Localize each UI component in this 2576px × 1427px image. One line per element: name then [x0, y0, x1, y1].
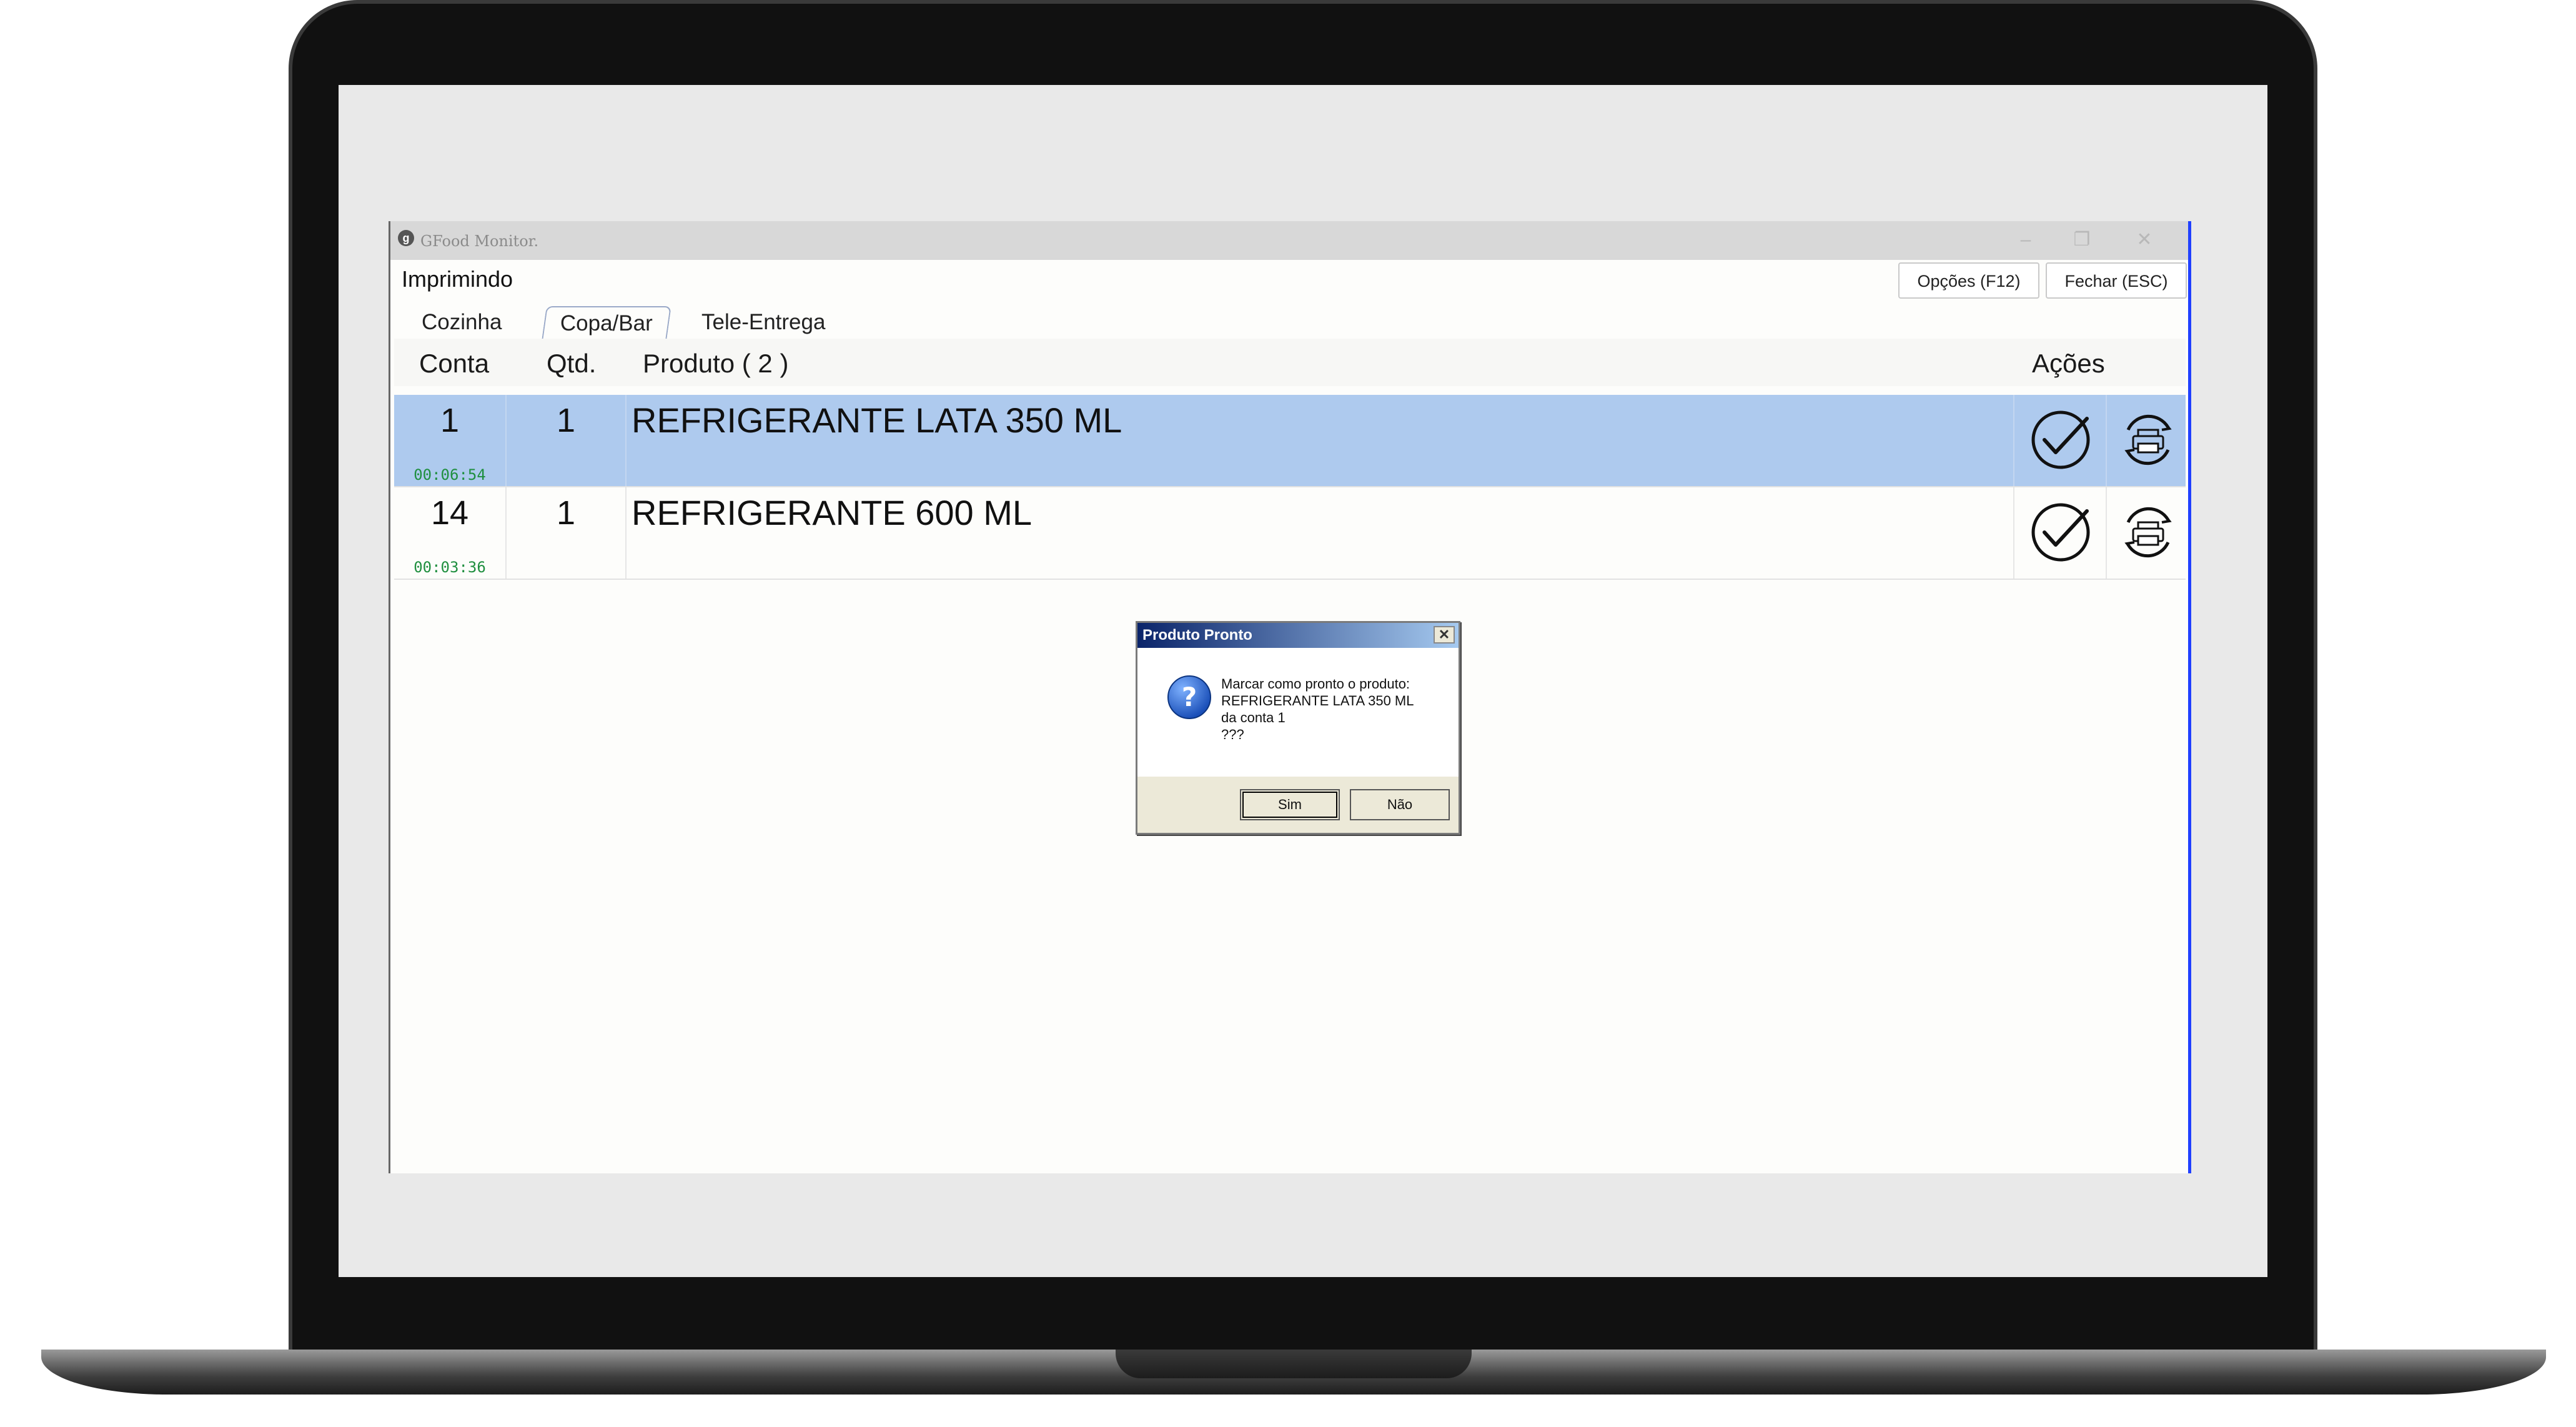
no-button[interactable]: Não: [1350, 789, 1450, 820]
conta-cell: 1 00:06:54: [394, 395, 507, 486]
elapsed-timer: 00:06:54: [414, 466, 486, 484]
tab-copa-bar-label: Copa/Bar: [560, 311, 653, 336]
header-conta: Conta: [419, 349, 490, 378]
dialog-title: Produto Pronto: [1142, 627, 1252, 644]
header-produto: Produto ( 2 ): [643, 349, 789, 378]
status-label: Imprimindo: [402, 266, 513, 292]
dialog-message: Marcar como pronto o produto: REFRIGERAN…: [1221, 676, 1414, 742]
dialog-close-icon[interactable]: ✕: [1434, 626, 1455, 644]
reprint-action-cell: [2107, 395, 2186, 486]
header-acoes: Ações: [2032, 349, 2105, 378]
ready-action-cell: [2014, 395, 2107, 486]
product-name: REFRIGERANTE 600 ML: [632, 493, 1033, 532]
header-qtd: Qtd.: [547, 349, 597, 378]
laptop-notch: [1116, 1350, 1472, 1378]
ready-action-cell: [2014, 487, 2107, 579]
check-ready-icon[interactable]: [2029, 501, 2092, 564]
qtd-value: 1: [556, 494, 576, 532]
dialog-body: ? Marcar como pronto o produto: REFRIGER…: [1137, 648, 1459, 777]
svg-text:?: ?: [1182, 682, 1197, 712]
check-ready-icon[interactable]: [2029, 409, 2092, 471]
qtd-cell: 1: [507, 487, 627, 579]
product-name: REFRIGERANTE LATA 350 ML: [632, 400, 1122, 440]
title-bar: g GFood Monitor. – ❐ ✕: [390, 221, 2188, 260]
restore-icon[interactable]: ❐: [2064, 227, 2099, 252]
conta-cell: 14 00:03:36: [394, 487, 507, 579]
conta-number: 1: [440, 402, 460, 439]
tab-copa-bar[interactable]: Copa/Bar: [542, 306, 671, 340]
reprint-icon[interactable]: [2117, 409, 2179, 471]
reprint-action-cell: [2107, 487, 2186, 579]
dialog-title-bar: Produto Pronto ✕: [1137, 623, 1459, 648]
conta-number: 14: [430, 494, 469, 532]
options-button[interactable]: Opções (F12): [1898, 262, 2039, 299]
produto-cell: REFRIGERANTE LATA 350 ML: [627, 395, 2014, 486]
minimize-icon[interactable]: –: [2008, 227, 2043, 252]
table-header: Conta Qtd. Produto ( 2 ) Ações: [394, 339, 2186, 386]
question-icon: ?: [1167, 675, 1211, 719]
close-button[interactable]: Fechar (ESC): [2046, 262, 2187, 299]
tab-cozinha[interactable]: Cozinha: [422, 306, 502, 339]
produto-cell: REFRIGERANTE 600 ML: [627, 487, 2014, 579]
qtd-cell: 1: [507, 395, 627, 486]
qtd-value: 1: [556, 402, 576, 439]
reprint-icon[interactable]: [2117, 501, 2179, 564]
gfood-logo-icon: g: [398, 230, 414, 246]
window-title: GFood Monitor.: [420, 232, 539, 250]
elapsed-timer: 00:03:36: [414, 559, 486, 576]
table-row[interactable]: 14 00:03:36 1 REFRIGERANTE 600 ML: [394, 487, 2186, 580]
confirm-dialog: Produto Pronto ✕ ? Marcar como pronto o …: [1136, 621, 1460, 835]
tab-tele-entrega[interactable]: Tele-Entrega: [701, 306, 825, 339]
yes-button[interactable]: Sim: [1240, 789, 1340, 820]
table-row[interactable]: 1 00:06:54 1 REFRIGERANTE LATA 350 ML: [394, 395, 2186, 487]
close-icon[interactable]: ✕: [2127, 227, 2162, 252]
